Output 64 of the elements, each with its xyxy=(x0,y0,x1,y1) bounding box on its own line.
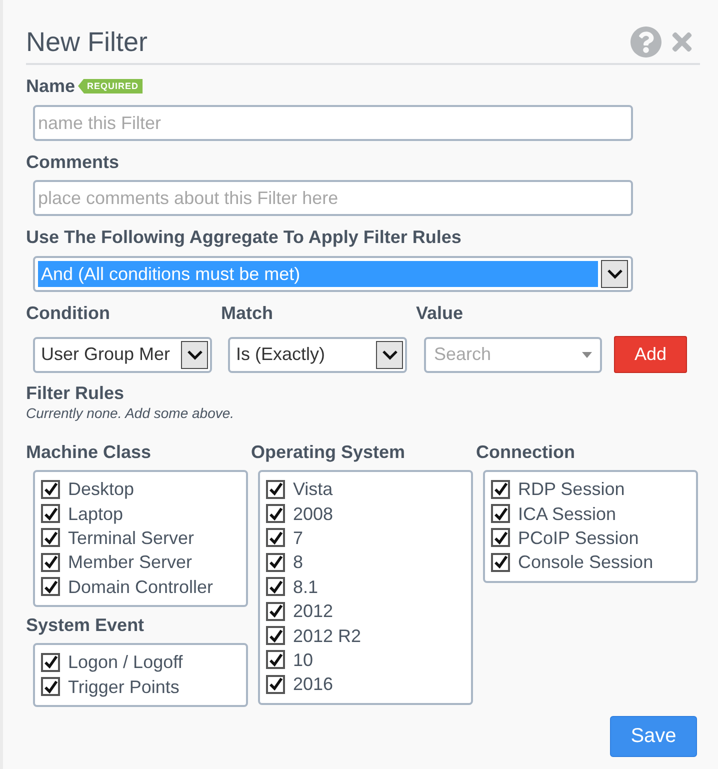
checkbox-label: Desktop xyxy=(68,478,134,500)
checkbox[interactable] xyxy=(41,552,60,572)
checkbox[interactable] xyxy=(491,552,510,572)
checkbox-label: 8.1 xyxy=(293,576,318,598)
checkbox-label: 7 xyxy=(293,526,304,549)
checkbox[interactable] xyxy=(41,677,60,696)
checkbox[interactable] xyxy=(41,480,60,499)
aggregate-select[interactable]: And (All conditions must be met) xyxy=(33,256,633,292)
caret-down-icon xyxy=(582,352,592,358)
comments-input[interactable]: place comments about this Filter here xyxy=(33,180,633,216)
checkbox[interactable] xyxy=(266,577,285,596)
field-label: Comments xyxy=(26,151,120,173)
add-button[interactable]: Add xyxy=(614,336,687,373)
checkbox[interactable] xyxy=(41,504,60,524)
condition-select[interactable]: User Group Mer xyxy=(33,336,212,372)
checkbox-label: Vista xyxy=(293,478,333,500)
checkbox[interactable] xyxy=(266,480,285,499)
group-title: System Event xyxy=(26,614,144,636)
match-select[interactable]: Is (Exactly) xyxy=(228,336,407,372)
checkbox[interactable] xyxy=(491,480,510,499)
checkbox[interactable] xyxy=(41,652,60,672)
checkbox[interactable] xyxy=(41,577,60,596)
required-badge: REQUIRED xyxy=(78,78,143,94)
checkbox-label: PCoIP Session xyxy=(518,526,639,549)
checkbox-label: Trigger Points xyxy=(68,676,180,698)
section-label: Filter Rules xyxy=(26,382,124,404)
checkbox[interactable] xyxy=(491,504,510,524)
checkbox[interactable] xyxy=(266,504,285,524)
checkbox[interactable] xyxy=(266,626,285,646)
checkbox-label: Terminal Server xyxy=(68,526,194,549)
name-input[interactable]: name this Filter xyxy=(33,105,633,141)
field-label: Condition xyxy=(26,303,110,323)
checkbox-label: Console Session xyxy=(518,551,654,574)
save-button[interactable]: Save xyxy=(610,716,697,757)
checkbox-label: 8 xyxy=(293,551,304,574)
checkbox[interactable] xyxy=(266,674,285,694)
field-label: Name xyxy=(26,75,76,97)
checkbox[interactable] xyxy=(266,650,285,670)
checkbox-label: Laptop xyxy=(68,502,124,525)
checkbox-label: Domain Controller xyxy=(68,576,214,598)
value-search-field[interactable]: Search xyxy=(424,336,602,372)
checkbox[interactable] xyxy=(266,528,285,548)
checkbox-label: Logon / Logoff xyxy=(68,651,183,674)
empty-rules-note: Currently none. Add some above. xyxy=(26,404,234,422)
selected-option: And (All conditions must be met) xyxy=(38,261,598,287)
checkbox-label: RDP Session xyxy=(518,478,625,500)
dialog-title: New Filter xyxy=(26,26,148,59)
checkbox[interactable] xyxy=(266,602,285,621)
checkbox[interactable] xyxy=(266,552,285,572)
checkbox-label: 2016 xyxy=(293,673,334,696)
checkbox[interactable] xyxy=(41,528,60,548)
field-label: Match xyxy=(221,303,274,323)
checkbox[interactable] xyxy=(491,528,510,548)
group-title: Operating System xyxy=(251,441,406,463)
checkbox-label: 2008 xyxy=(293,502,334,525)
checkbox-label: 2012 R2 xyxy=(293,624,362,647)
checkbox-label: ICA Session xyxy=(518,502,616,525)
checkbox-label: Member Server xyxy=(68,551,192,574)
checkbox-label: 10 xyxy=(293,648,314,671)
group-title: Machine Class xyxy=(26,441,152,463)
group-title: Connection xyxy=(476,441,575,463)
field-label: Use The Following Aggregate To Apply Filter Rules xyxy=(26,226,462,248)
field-label: Value xyxy=(416,302,464,324)
checkbox-label: 2012 xyxy=(293,600,334,622)
